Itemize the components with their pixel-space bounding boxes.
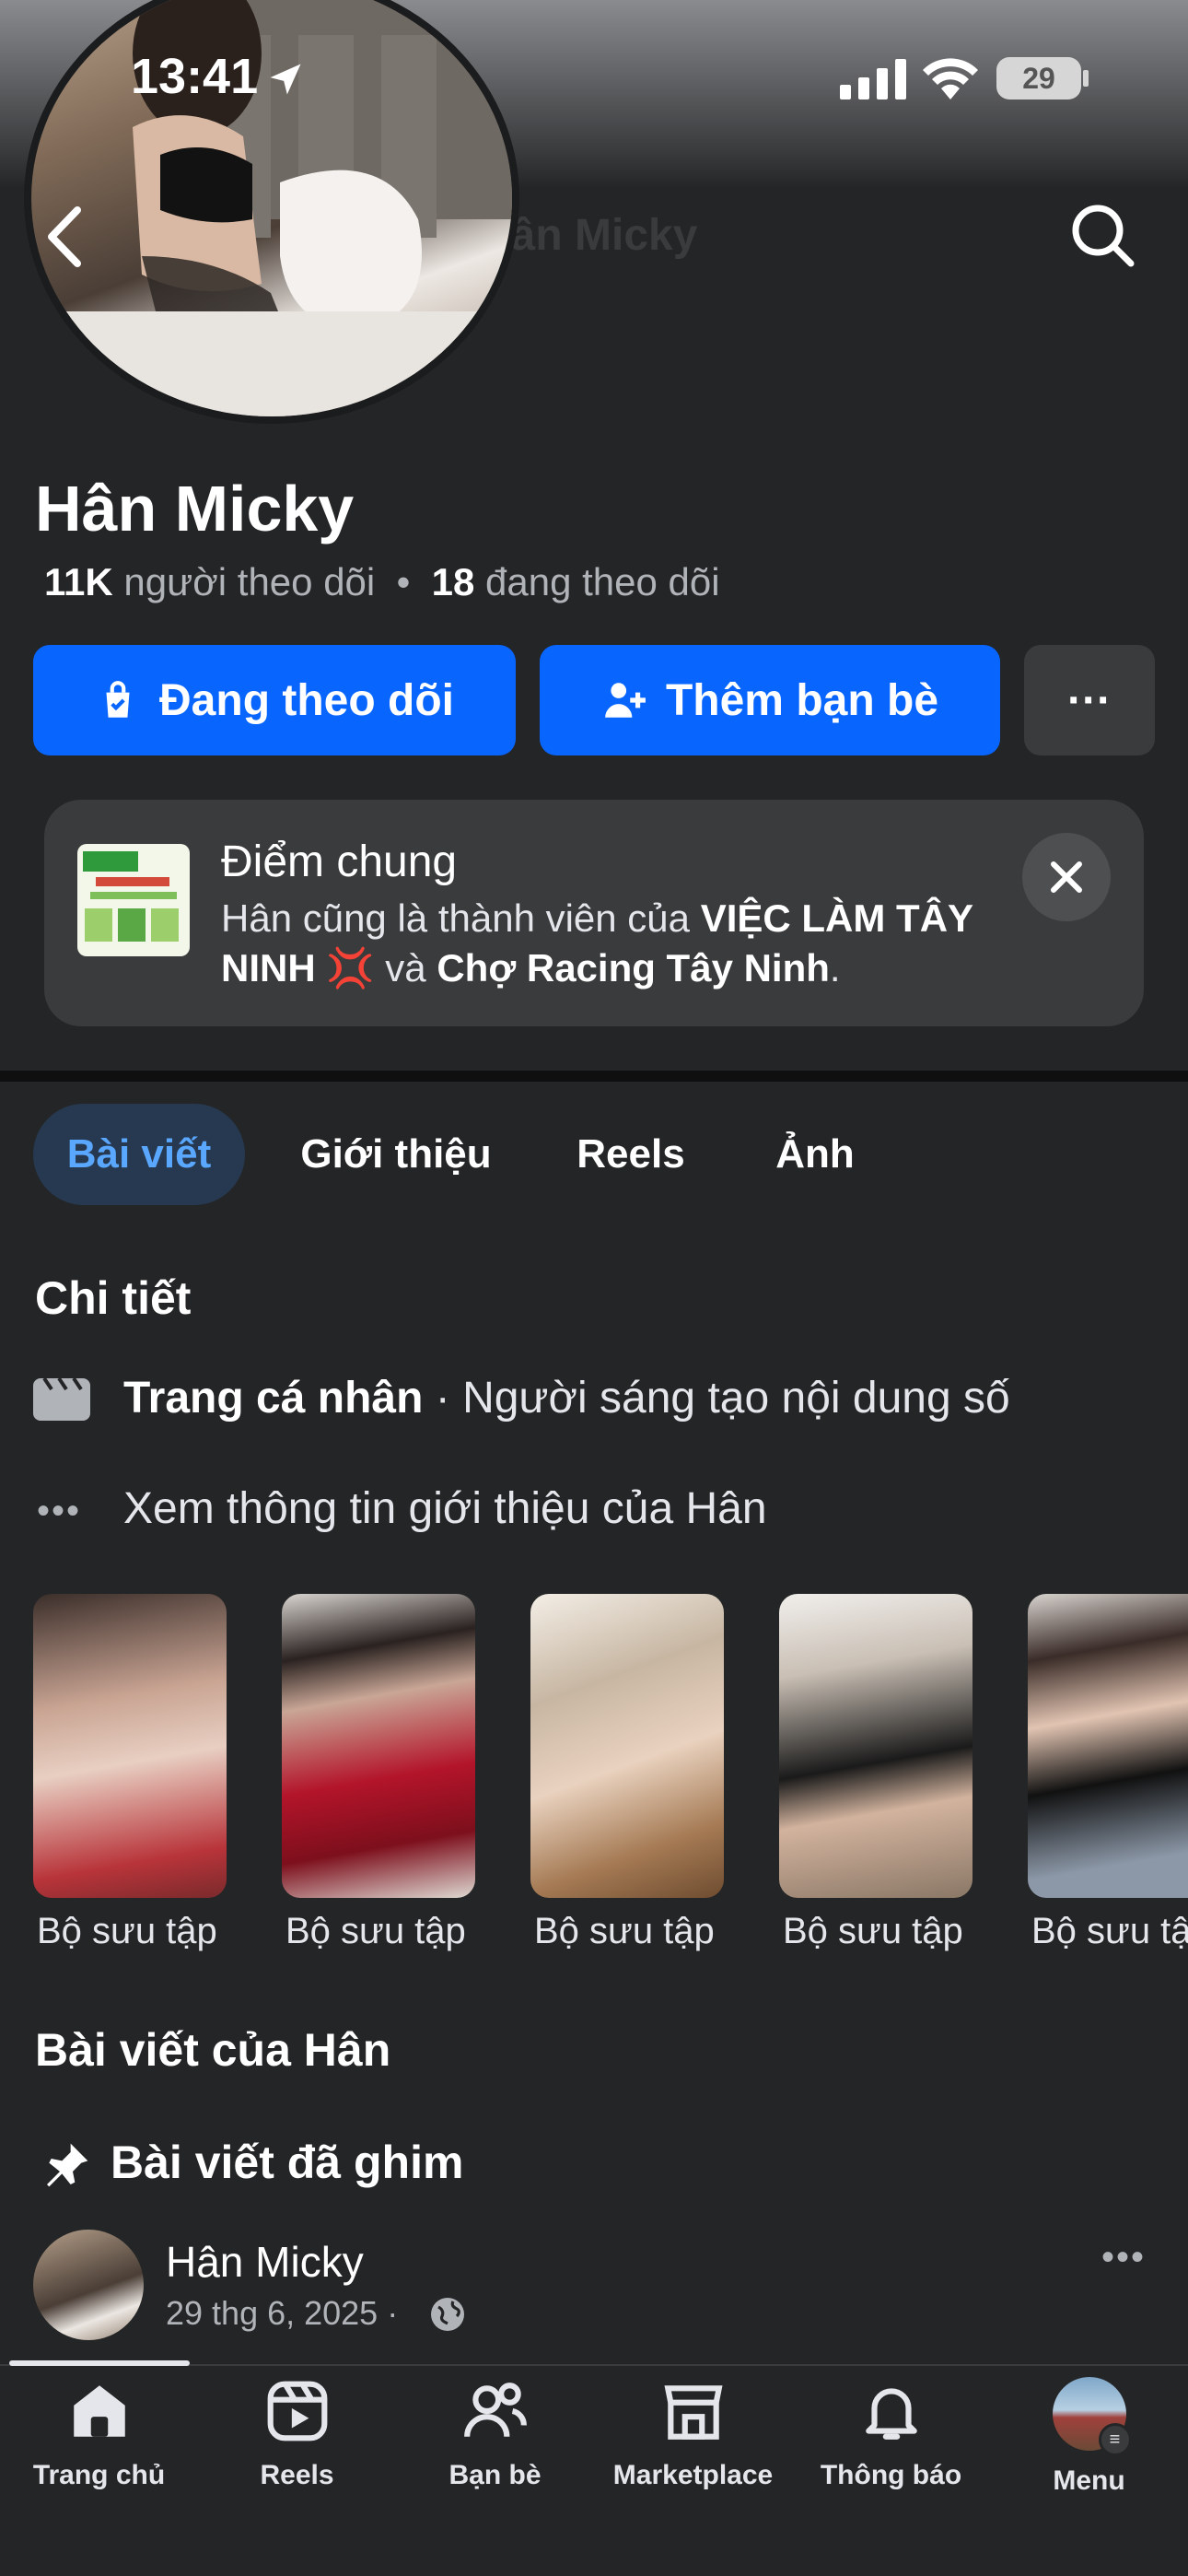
globe-icon xyxy=(431,2298,464,2331)
nav-marketplace-label: Marketplace xyxy=(612,2460,774,2490)
mutual-title: Điểm chung xyxy=(221,837,458,886)
location-arrow-icon xyxy=(270,64,301,95)
details-title: Chi tiết xyxy=(35,1272,192,1324)
nav-reels-label: Reels xyxy=(260,2460,334,2490)
tab-reels-label: Reels xyxy=(577,1131,685,1177)
collection-label-1[interactable]: Bộ sưu tập xyxy=(37,1911,249,1952)
followers-count[interactable]: 11K xyxy=(44,560,113,603)
anger-emoji: 💢 xyxy=(326,946,375,989)
home-icon xyxy=(73,2385,125,2437)
battery-indicator: 29 xyxy=(996,57,1081,100)
page-type-row: Trang cá nhân · Người sáng tạo nội dung … xyxy=(123,1373,1010,1423)
collection-thumb-5[interactable] xyxy=(1028,1594,1188,1898)
tab-photos[interactable]: Ảnh xyxy=(746,1104,884,1205)
more-dots-icon: ••• xyxy=(37,1491,82,1531)
nav-friends[interactable]: Bạn bè xyxy=(396,2377,594,2515)
collection-thumb-2[interactable] xyxy=(282,1594,475,1898)
mutual-connector: và xyxy=(374,946,437,989)
add-friend-button[interactable]: Thêm bạn bè xyxy=(540,645,1000,755)
group-logo-image xyxy=(83,851,179,942)
reels-icon xyxy=(267,2381,327,2441)
follow-stats: 11K người theo dõi • 18 đang theo dõi xyxy=(44,560,720,604)
post-author-name[interactable]: Hân Micky xyxy=(166,2237,364,2287)
following-button-label: Đang theo dõi xyxy=(159,675,454,725)
signal-icon xyxy=(840,59,906,100)
mutual-suffix: . xyxy=(829,946,841,989)
following-label[interactable]: đang theo dõi xyxy=(485,560,720,603)
post-options-icon[interactable]: ••• xyxy=(1101,2237,1146,2278)
nav-friends-label: Bạn bè xyxy=(448,2460,542,2490)
followers-label[interactable]: người theo dõi xyxy=(123,560,375,603)
group-thumbnail xyxy=(77,844,190,956)
page-category: · Người sáng tạo nội dung số xyxy=(423,1374,1010,1423)
menu-avatar: ≡ xyxy=(1052,2377,1132,2456)
nav-notifications-label: Thông báo xyxy=(820,2460,962,2490)
following-count[interactable]: 18 xyxy=(432,560,475,603)
collection-thumb-3[interactable] xyxy=(530,1594,724,1898)
tab-posts[interactable]: Bài viết xyxy=(33,1104,245,1205)
post-author-avatar[interactable] xyxy=(33,2230,144,2340)
stats-separator: • xyxy=(385,560,421,603)
more-options-button[interactable]: ··· xyxy=(1024,645,1155,755)
profile-name: Hân Micky xyxy=(35,473,355,544)
mutual-description: Hân cũng là thành viên của VIỆC LÀM TÂY … xyxy=(221,894,1050,993)
pin-icon xyxy=(47,2143,88,2187)
pinned-posts-label: Bài viết đã ghim xyxy=(111,2137,464,2188)
tab-reels[interactable]: Reels xyxy=(553,1104,709,1205)
posts-section-title: Bài viết của Hân xyxy=(35,2024,391,2076)
dismiss-card-button[interactable] xyxy=(1022,833,1111,921)
more-options-label: ··· xyxy=(1067,675,1112,725)
nav-reels[interactable]: Reels xyxy=(198,2377,396,2515)
section-divider xyxy=(0,1071,1188,1082)
nav-menu-label: Menu xyxy=(1053,2465,1125,2496)
friends-icon xyxy=(463,2383,527,2437)
search-icon[interactable] xyxy=(1070,203,1136,269)
collection-thumb-4[interactable] xyxy=(779,1594,973,1898)
mutual-prefix: Hân cũng là thành viên của xyxy=(221,896,701,940)
nav-home[interactable]: Trang chủ xyxy=(0,2377,198,2515)
following-check-icon xyxy=(106,681,130,718)
nav-notifications[interactable]: Thông báo xyxy=(792,2377,990,2515)
nav-menu[interactable]: ≡ Menu xyxy=(990,2377,1188,2515)
collection-label-3[interactable]: Bộ sưu tập xyxy=(534,1911,746,1952)
marketplace-icon xyxy=(663,2385,723,2440)
tab-about[interactable]: Giới thiệu xyxy=(276,1104,516,1205)
following-button[interactable]: Đang theo dõi xyxy=(33,645,516,755)
nav-marketplace[interactable]: Marketplace xyxy=(594,2377,792,2515)
page-type-icon xyxy=(33,1378,90,1421)
collection-label-4[interactable]: Bộ sưu tập xyxy=(783,1911,995,1952)
back-chevron-icon[interactable] xyxy=(44,205,85,269)
menu-hamburger-icon: ≡ xyxy=(1098,2423,1132,2456)
collection-label-5[interactable]: Bộ sưu tập xyxy=(1031,1911,1188,1952)
see-about-link[interactable]: Xem thông tin giới thiệu của Hân xyxy=(123,1483,767,1534)
bell-icon xyxy=(865,2388,917,2440)
close-icon xyxy=(1051,861,1082,893)
collection-label-2[interactable]: Bộ sưu tập xyxy=(285,1911,497,1952)
page-type-label: Trang cá nhân xyxy=(123,1374,424,1423)
collection-thumb-1[interactable] xyxy=(33,1594,227,1898)
post-date[interactable]: 29 thg 6, 2025 · xyxy=(166,2294,398,2333)
tab-about-label: Giới thiệu xyxy=(300,1131,492,1177)
wifi-icon xyxy=(923,58,978,100)
nav-home-label: Trang chủ xyxy=(32,2460,166,2490)
tab-photos-label: Ảnh xyxy=(775,1131,855,1177)
mutual-group-2[interactable]: Chợ Racing Tây Ninh xyxy=(437,946,830,989)
tab-posts-label: Bài viết xyxy=(66,1131,212,1177)
active-tab-indicator xyxy=(9,2360,190,2366)
add-friend-icon xyxy=(605,683,646,718)
battery-tip xyxy=(1083,70,1089,87)
status-time: 13:41 xyxy=(131,49,259,104)
add-friend-button-label: Thêm bạn bè xyxy=(665,675,939,725)
